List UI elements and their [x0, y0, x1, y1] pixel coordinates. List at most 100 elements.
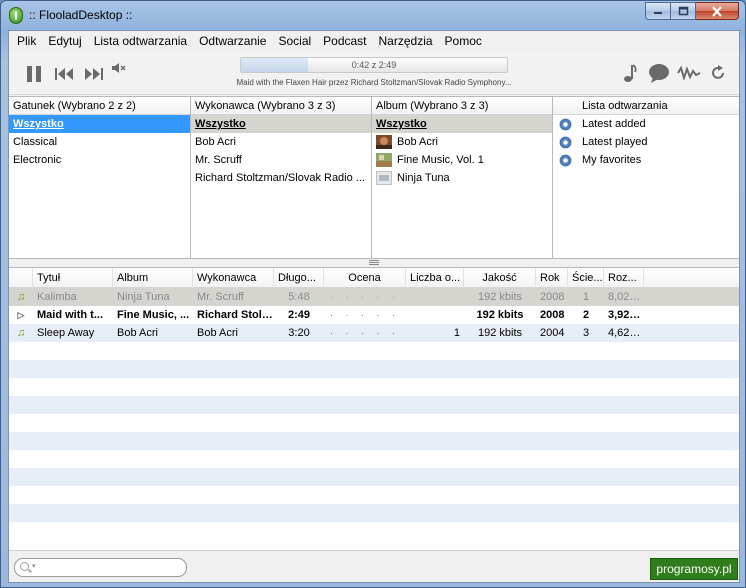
menu-edytuj[interactable]: Edytuj — [42, 32, 87, 51]
artist-item[interactable]: Richard Stoltzman/Slovak Radio ... — [191, 169, 371, 187]
cell-play-count — [406, 288, 464, 306]
menu-odtwarzanie[interactable]: Odtwarzanie — [193, 32, 272, 51]
chat-button[interactable] — [647, 62, 671, 84]
genre-item[interactable]: Classical — [9, 133, 190, 151]
table-row[interactable]: ♫ Sleep Away Bob Acri Bob Acri 3:20 · · … — [9, 324, 739, 342]
column-artist[interactable]: Wykonawca — [193, 268, 274, 288]
previous-button[interactable] — [54, 66, 76, 82]
column-status[interactable] — [9, 268, 33, 288]
pause-button[interactable] — [23, 63, 45, 85]
album-item[interactable]: Ninja Tuna — [372, 169, 552, 187]
album-cover-icon — [376, 153, 392, 167]
artist-item[interactable]: Wszystko — [191, 115, 371, 133]
album-pane-header[interactable]: Album (Wybrano 3 z 3) — [372, 97, 552, 115]
artist-item[interactable]: Mr. Scruff — [191, 151, 371, 169]
search-input[interactable]: ▾ — [14, 558, 187, 577]
playlist-item[interactable]: My favorites — [553, 151, 739, 169]
repeat-button[interactable] — [708, 63, 728, 83]
client-area: Plik Edytuj Lista odtwarzania Odtwarzani… — [8, 30, 740, 583]
column-length[interactable]: Długo... — [274, 268, 324, 288]
menu-lista-odtwarzania[interactable]: Lista odtwarzania — [88, 32, 193, 51]
column-quality[interactable]: Jakość — [464, 268, 536, 288]
visualizer-button[interactable] — [676, 64, 702, 82]
album-cover-icon — [376, 135, 392, 149]
column-rating[interactable]: Ocena — [324, 268, 406, 288]
cell-album: Fine Music, ... — [117, 309, 190, 321]
music-note-button[interactable] — [621, 62, 639, 84]
playlist-item[interactable]: Latest played — [553, 133, 739, 151]
table-row[interactable]: ▷ Maid with t... Fine Music, ... Richard… — [9, 306, 739, 324]
album-item-label: Bob Acri — [397, 136, 438, 148]
column-play-count[interactable]: Liczba o... — [406, 268, 464, 288]
cell-play-count — [406, 306, 464, 324]
album-item[interactable]: Wszystko — [372, 115, 552, 133]
track-list-header: Tytuł Album Wykonawca Długo... Ocena Lic… — [9, 268, 739, 288]
splitter-grip-icon — [369, 260, 379, 265]
menu-narzedzia[interactable]: Narzędzia — [373, 32, 439, 51]
genre-item[interactable]: Electronic — [9, 151, 190, 169]
genre-pane-header[interactable]: Gatunek (Wybrano 2 z 2) — [9, 97, 190, 115]
app-icon — [9, 7, 23, 24]
speech-bubble-icon — [649, 64, 669, 83]
cell-quality: 192 kbits — [476, 309, 524, 321]
album-item[interactable]: Fine Music, Vol. 1 — [372, 151, 552, 169]
music-note-icon — [624, 64, 637, 82]
artist-item[interactable]: Bob Acri — [191, 133, 371, 151]
seek-bar-fill — [241, 58, 308, 72]
cell-quality: 192 kbits — [477, 327, 523, 339]
cell-rating[interactable]: · · · · · — [324, 288, 406, 306]
maximize-button[interactable] — [671, 2, 696, 20]
cell-length: 5:48 — [288, 291, 310, 303]
playlist-item-label: Latest played — [582, 136, 648, 148]
empty-row — [9, 486, 739, 504]
waveform-icon — [677, 66, 701, 80]
empty-row — [9, 396, 739, 414]
playlist-pane-header[interactable]: Lista odtwarzania — [553, 97, 739, 115]
column-year[interactable]: Rok — [536, 268, 568, 288]
minimize-button[interactable] — [645, 2, 671, 20]
playlist-item[interactable]: Latest added — [553, 115, 739, 133]
pane-splitter[interactable] — [9, 259, 739, 267]
menu-podcast[interactable]: Podcast — [317, 32, 372, 51]
menu-social[interactable]: Social — [272, 32, 317, 51]
cell-title: Sleep Away — [37, 327, 95, 339]
cell-play-count: 1 — [453, 327, 460, 339]
column-title[interactable]: Tytuł — [33, 268, 113, 288]
cell-rating[interactable]: · · · · · — [324, 324, 406, 342]
menu-pomoc[interactable]: Pomoc — [439, 32, 488, 51]
seek-bar[interactable]: 0:42 z 2:49 — [240, 57, 508, 73]
music-note-icon: ♫ — [16, 291, 26, 303]
minimize-icon — [654, 12, 662, 14]
cell-track-number: 3 — [582, 327, 590, 339]
cell-year: 2008 — [540, 309, 565, 321]
empty-row — [9, 360, 739, 378]
next-button[interactable] — [83, 66, 105, 82]
genre-item[interactable]: Wszystko — [9, 115, 190, 133]
cell-size: 4,62MB — [608, 327, 644, 339]
pause-icon — [27, 66, 41, 82]
time-display: 0:42 z 2:49 — [351, 60, 397, 70]
cell-year: 2004 — [540, 327, 565, 339]
app-window: :: FlooladDesktop :: Plik Edytuj Lista o… — [0, 0, 746, 588]
status-bar: ▾ — [9, 550, 739, 582]
player-toolbar: 0:42 z 2:49 Maid with the Flaxen Hair pr… — [9, 52, 739, 95]
artist-pane-header[interactable]: Wykonawca (Wybrano 3 z 3) — [191, 97, 371, 115]
table-row[interactable]: ♫ Kalimba Ninja Tuna Mr. Scruff 5:48 · ·… — [9, 288, 739, 306]
smart-playlist-icon — [559, 117, 572, 131]
previous-icon — [55, 68, 73, 80]
column-track-number[interactable]: Ście... — [568, 268, 604, 288]
title-bar[interactable]: :: FlooladDesktop :: — [1, 1, 745, 30]
cell-length: 3:20 — [288, 327, 310, 339]
menu-plik[interactable]: Plik — [11, 32, 42, 51]
empty-row — [9, 468, 739, 486]
chevron-down-icon: ▾ — [32, 562, 36, 570]
column-album[interactable]: Album — [113, 268, 193, 288]
column-size[interactable]: Roz... — [604, 268, 644, 288]
refresh-icon — [712, 65, 724, 79]
genre-pane: Gatunek (Wybrano 2 z 2) Wszystko Classic… — [9, 97, 191, 258]
album-item[interactable]: Bob Acri — [372, 133, 552, 151]
cell-rating[interactable]: · · · · · — [324, 306, 406, 324]
close-button[interactable] — [696, 2, 739, 20]
library-browser: Gatunek (Wybrano 2 z 2) Wszystko Classic… — [9, 96, 739, 259]
mute-button[interactable] — [110, 60, 128, 76]
